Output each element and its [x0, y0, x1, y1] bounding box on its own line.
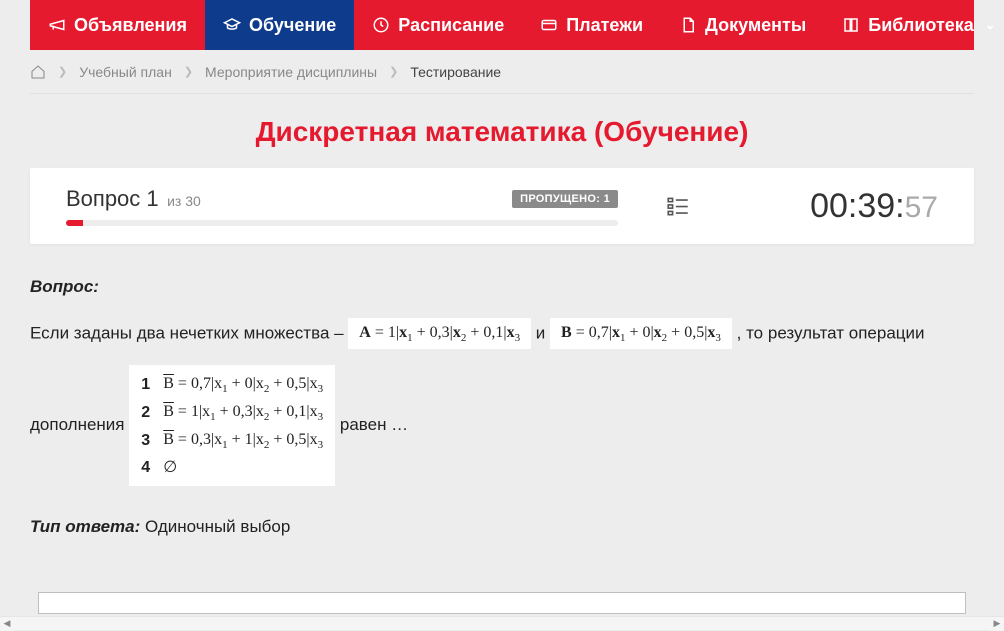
top-nav: Объявления Обучение Расписание Платежи Д…: [30, 0, 974, 50]
page-title: Дискретная математика (Обучение): [0, 116, 1004, 148]
nav-announcements[interactable]: Объявления: [30, 0, 205, 50]
nav-label: Платежи: [566, 15, 643, 36]
answer-panel: [38, 592, 966, 614]
nav-schedule[interactable]: Расписание: [354, 0, 522, 50]
question-text: и: [536, 323, 546, 342]
question-status-card: Вопрос 1 из 30 ПРОПУЩЕНО: 1 00:39:57: [30, 168, 974, 244]
nav-payments[interactable]: Платежи: [522, 0, 661, 50]
breadcrumb-link[interactable]: Учебный план: [79, 64, 172, 80]
question-content: Вопрос: Если заданы два нечетких множест…: [30, 274, 974, 540]
clock-icon: [372, 16, 390, 34]
card-icon: [540, 16, 558, 34]
skipped-badge: ПРОПУЩЕНО: 1: [512, 190, 618, 208]
timer-seconds: 57: [905, 191, 938, 224]
nav-label: Расписание: [398, 15, 504, 36]
question-text: Если заданы два нечетких множества –: [30, 323, 348, 342]
document-icon: [679, 16, 697, 34]
nav-documents[interactable]: Документы: [661, 0, 824, 50]
nav-label: Объявления: [74, 15, 187, 36]
answer-type-label: Тип ответа:: [30, 517, 140, 536]
timer: 00:39:57: [738, 187, 938, 226]
nav-education[interactable]: Обучение: [205, 0, 354, 50]
breadcrumb: ❯ Учебный план ❯ Мероприятие дисциплины …: [30, 50, 974, 94]
question-number: Вопрос 1: [66, 186, 159, 211]
question-total: из 30: [167, 193, 201, 209]
answer-type-value: Одиночный выбор: [140, 517, 290, 536]
answer-options-image: 1B = 0,7|x1 + 0|x2 + 0,5|x3 2B = 1|x1 + …: [129, 365, 335, 486]
nav-label: Библиотека: [868, 15, 974, 36]
graduation-cap-icon: [223, 16, 241, 34]
chevron-right-icon: ❯: [58, 65, 67, 78]
megaphone-icon: [48, 16, 66, 34]
horizontal-scrollbar[interactable]: ◀ ▶: [0, 616, 1004, 630]
question-list-button[interactable]: [618, 193, 738, 219]
breadcrumb-link[interactable]: Мероприятие дисциплины: [205, 64, 377, 80]
chevron-right-icon: ❯: [389, 65, 398, 78]
formula-a: A = 1|x1 + 0,3|x2 + 0,1|x3: [348, 318, 531, 350]
question-text: равен …: [340, 415, 408, 434]
book-icon: [842, 16, 860, 34]
question-heading: Вопрос:: [30, 274, 974, 300]
nav-library[interactable]: Библиотека ⌄: [824, 0, 1004, 50]
chevron-right-icon: ❯: [184, 65, 193, 78]
timer-minutes: 00:39:: [810, 187, 905, 225]
chevron-down-icon: ⌄: [985, 17, 996, 33]
question-text: дополнения: [30, 415, 125, 434]
nav-label: Документы: [705, 15, 806, 36]
nav-label: Обучение: [249, 15, 336, 36]
question-text: , то результат операции: [737, 323, 925, 342]
breadcrumb-current: Тестирование: [410, 64, 501, 80]
scroll-right-button[interactable]: ▶: [990, 617, 1004, 631]
progress-bar: [66, 220, 618, 226]
progress-fill: [66, 220, 83, 226]
scroll-left-button[interactable]: ◀: [0, 617, 14, 631]
formula-b: B = 0,7|x1 + 0|x2 + 0,5|x3: [550, 318, 732, 350]
home-icon[interactable]: [30, 64, 46, 80]
